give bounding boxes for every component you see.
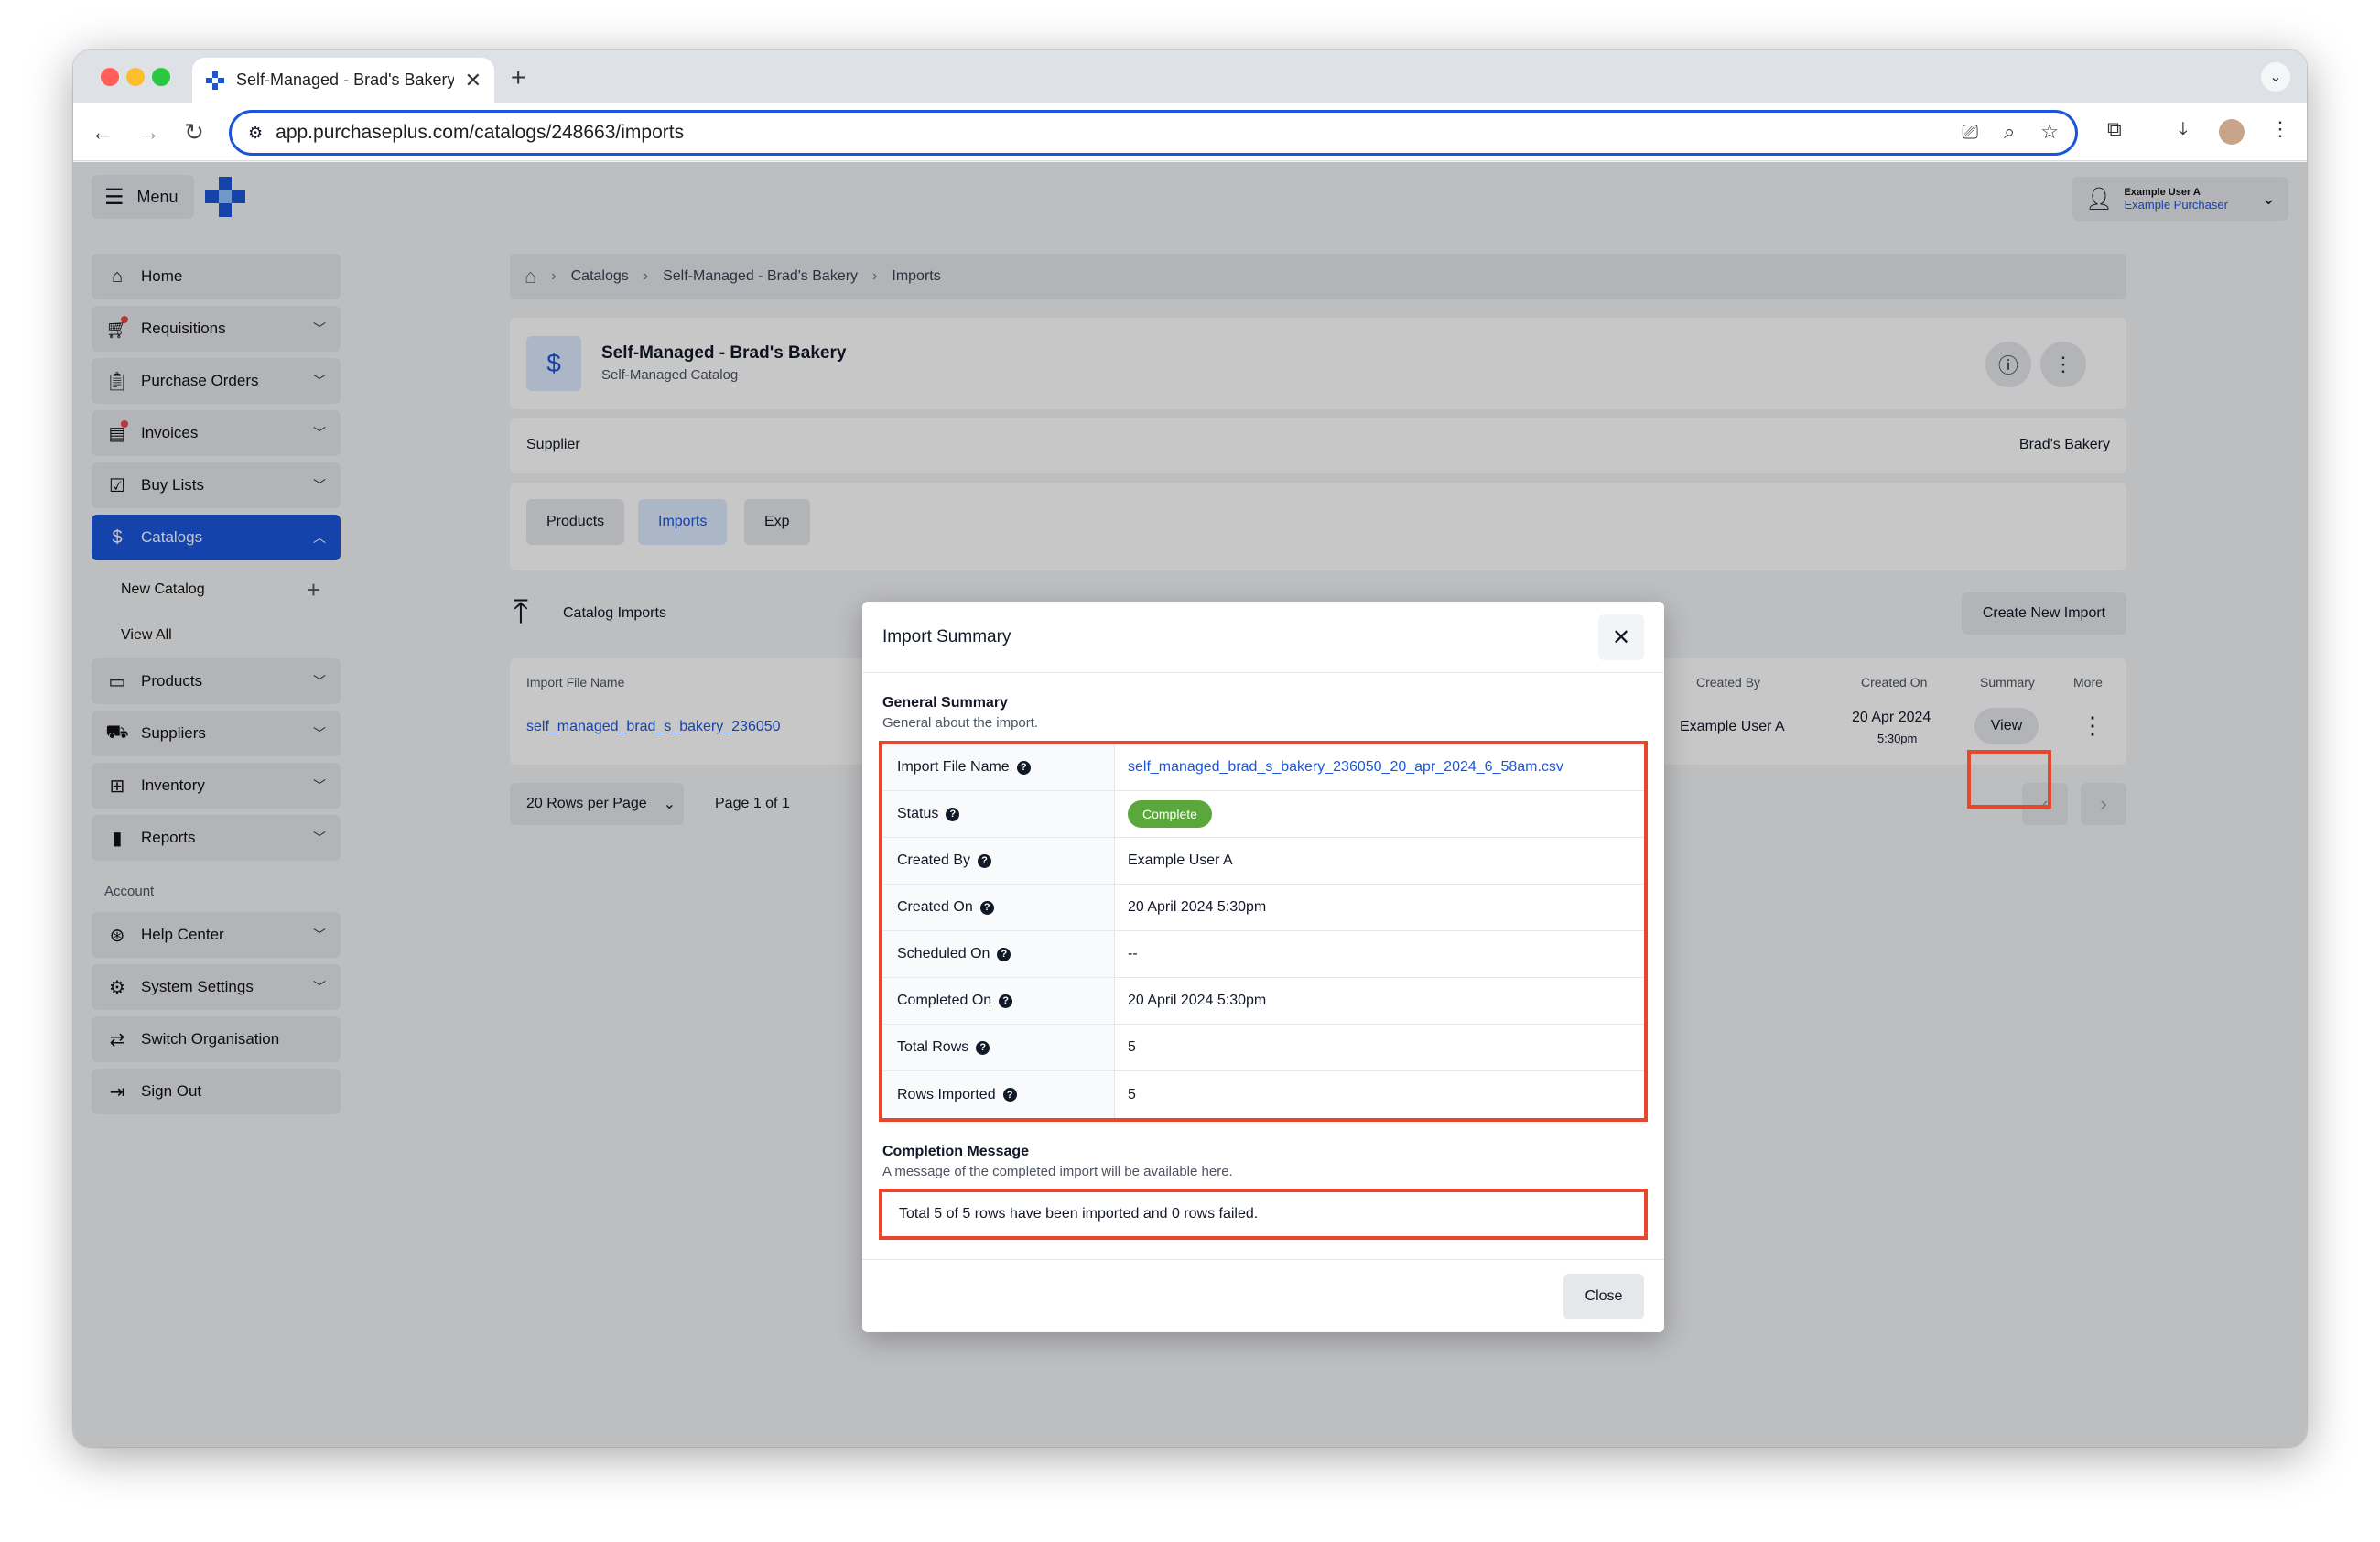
help-icon[interactable]: ? bbox=[997, 947, 1012, 961]
summary-row-created-on: Created On? 20 April 2024 5:30pm bbox=[882, 885, 1644, 931]
general-summary-subtitle: General about the import. bbox=[882, 715, 1039, 731]
help-icon[interactable]: ? bbox=[976, 1040, 990, 1055]
help-icon[interactable]: ? bbox=[978, 853, 992, 868]
tab-search-icon[interactable]: ⌄ bbox=[2261, 62, 2290, 92]
profile-avatar[interactable] bbox=[2219, 119, 2245, 145]
summary-value: self_managed_brad_s_bakery_236050_20_apr… bbox=[1115, 744, 1644, 790]
summary-label: Completed On? bbox=[882, 978, 1115, 1024]
summary-value: -- bbox=[1128, 946, 1138, 961]
summary-label-text: Rows Imported bbox=[897, 1086, 996, 1102]
summary-value: 5 bbox=[1128, 1039, 1136, 1055]
address-bar[interactable]: ⚙ app.purchaseplus.com/catalogs/248663/i… bbox=[229, 110, 2078, 156]
modal-title: Import Summary bbox=[882, 626, 1012, 646]
view-button-highlight bbox=[1967, 750, 2051, 809]
summary-label-text: Import File Name bbox=[897, 759, 1010, 775]
site-favicon-icon bbox=[206, 71, 224, 90]
site-settings-icon[interactable]: ⚙ bbox=[248, 124, 263, 143]
import-file-link[interactable]: self_managed_brad_s_bakery_236050_20_apr… bbox=[1128, 759, 1563, 776]
browser-menu-icon[interactable]: ⋮ bbox=[2270, 117, 2290, 141]
minimize-window-button[interactable] bbox=[126, 68, 145, 86]
address-url: app.purchaseplus.com/catalogs/248663/imp… bbox=[276, 122, 685, 143]
summary-label: Total Rows? bbox=[882, 1025, 1115, 1070]
summary-label-text: Created By bbox=[897, 852, 971, 868]
status-badge: Complete bbox=[1128, 800, 1212, 828]
tab-strip: Self-Managed - Brad's Bakery ✕ + ⌄ bbox=[73, 50, 2307, 103]
completion-message: Total 5 of 5 rows have been imported and… bbox=[879, 1189, 1648, 1240]
summary-label: Rows Imported? bbox=[882, 1071, 1115, 1118]
summary-label-text: Completed On bbox=[897, 993, 992, 1008]
browser-window: Self-Managed - Brad's Bakery ✕ + ⌄ ← → ↻… bbox=[73, 50, 2307, 1447]
tab-title: Self-Managed - Brad's Bakery bbox=[236, 71, 454, 89]
modal-close-button[interactable]: ✕ bbox=[1598, 614, 1644, 660]
close-button[interactable]: Close bbox=[1563, 1274, 1644, 1319]
close-icon: ✕ bbox=[1611, 624, 1631, 650]
summary-row-file-name: Import File Name? self_managed_brad_s_ba… bbox=[882, 744, 1644, 791]
summary-row-completed-on: Completed On? 20 April 2024 5:30pm bbox=[882, 978, 1644, 1025]
reload-icon[interactable]: ↻ bbox=[178, 115, 211, 148]
summary-value: Example User A bbox=[1128, 852, 1233, 868]
help-icon[interactable]: ? bbox=[1002, 1088, 1017, 1102]
maximize-window-button[interactable] bbox=[152, 68, 170, 86]
tab-close-icon[interactable]: ✕ bbox=[465, 69, 481, 92]
close-window-button[interactable] bbox=[101, 68, 119, 86]
completion-message-subtitle: A message of the completed import will b… bbox=[882, 1164, 1233, 1179]
summary-label-text: Status bbox=[897, 806, 939, 821]
summary-label-text: Scheduled On bbox=[897, 946, 990, 961]
help-icon[interactable]: ? bbox=[1016, 760, 1031, 775]
modal-header: Import Summary ✕ bbox=[862, 602, 1664, 673]
completion-message-title: Completion Message bbox=[882, 1144, 1030, 1159]
new-tab-icon[interactable]: + bbox=[511, 63, 525, 92]
downloads-icon[interactable]: ⤓ bbox=[2179, 117, 2188, 141]
zoom-icon[interactable]: ⌕ bbox=[2004, 120, 2015, 144]
summary-row-rows-imported: Rows Imported? 5 bbox=[882, 1071, 1644, 1118]
install-icon[interactable]: ⎚ bbox=[1962, 120, 1978, 144]
summary-row-scheduled-on: Scheduled On? -- bbox=[882, 931, 1644, 978]
summary-label: Created On? bbox=[882, 885, 1115, 930]
summary-label: Created By? bbox=[882, 838, 1115, 884]
browser-toolbar: ← → ↻ ⚙ app.purchaseplus.com/catalogs/24… bbox=[73, 103, 2307, 161]
summary-row-status: Status? Complete bbox=[882, 791, 1644, 838]
summary-table: Import File Name? self_managed_brad_s_ba… bbox=[879, 741, 1648, 1122]
summary-label-text: Total Rows bbox=[897, 1039, 969, 1055]
help-icon[interactable]: ? bbox=[946, 807, 960, 821]
back-icon[interactable]: ← bbox=[86, 115, 119, 148]
summary-row-total-rows: Total Rows? 5 bbox=[882, 1025, 1644, 1071]
bookmark-star-icon[interactable]: ☆ bbox=[2040, 120, 2059, 144]
summary-value: 20 April 2024 5:30pm bbox=[1128, 993, 1267, 1008]
app-area: ☰ Menu 👤︎ Example User A Example Purchas… bbox=[73, 162, 2307, 1447]
help-icon[interactable]: ? bbox=[979, 900, 994, 915]
summary-value: 20 April 2024 5:30pm bbox=[1128, 899, 1267, 915]
browser-tab[interactable]: Self-Managed - Brad's Bakery ✕ bbox=[192, 58, 494, 103]
summary-label: Scheduled On? bbox=[882, 931, 1115, 977]
summary-row-created-by: Created By? Example User A bbox=[882, 838, 1644, 885]
summary-label: Import File Name? bbox=[882, 744, 1115, 790]
general-summary-title: General Summary bbox=[882, 695, 1008, 711]
summary-label: Status? bbox=[882, 791, 1115, 837]
summary-value: Complete bbox=[1115, 791, 1644, 837]
help-icon[interactable]: ? bbox=[999, 994, 1013, 1008]
extensions-icon[interactable]: ⧉ bbox=[2107, 117, 2122, 141]
modal-footer: Close bbox=[862, 1259, 1664, 1332]
import-summary-modal: Import Summary ✕ General Summary General… bbox=[862, 602, 1664, 1332]
summary-value: 5 bbox=[1128, 1086, 1136, 1102]
summary-label-text: Created On bbox=[897, 899, 973, 915]
forward-icon[interactable]: → bbox=[132, 115, 165, 148]
